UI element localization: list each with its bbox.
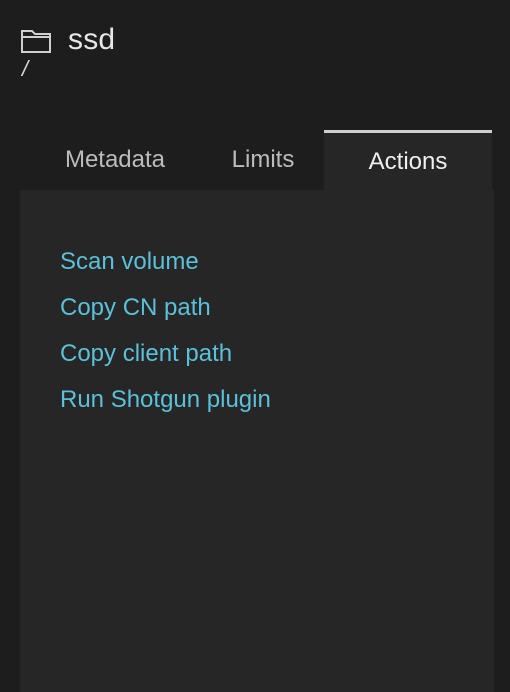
header: ssd	[20, 20, 115, 60]
tab-limits[interactable]: Limits	[200, 130, 326, 190]
actions-list: Scan volume Copy CN path Copy client pat…	[60, 240, 271, 424]
copy-client-path-link[interactable]: Copy client path	[60, 332, 271, 378]
volume-details-page: ssd / Metadata Limits Actions Scan volum…	[0, 0, 510, 692]
tab-actions[interactable]: Actions	[324, 130, 492, 190]
run-shotgun-plugin-link[interactable]: Run Shotgun plugin	[60, 378, 271, 424]
scan-volume-link[interactable]: Scan volume	[60, 240, 271, 286]
folder-icon	[20, 26, 52, 54]
tab-bar: Metadata Limits Actions	[20, 130, 494, 190]
page-title: ssd	[68, 23, 116, 56]
copy-cn-path-link[interactable]: Copy CN path	[60, 286, 271, 332]
tab-metadata[interactable]: Metadata	[40, 130, 190, 190]
actions-panel: Scan volume Copy CN path Copy client pat…	[20, 190, 494, 692]
breadcrumb-path: /	[22, 56, 29, 81]
